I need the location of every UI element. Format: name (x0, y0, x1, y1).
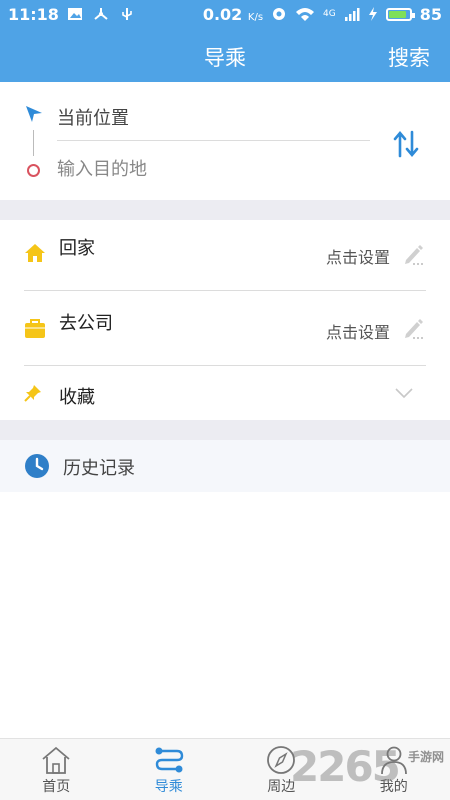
hotspot-icon (273, 8, 286, 20)
destination-input[interactable] (57, 156, 357, 182)
company-set-button[interactable]: 点击设置 (326, 319, 390, 343)
favorites-shortcut-row[interactable]: 收藏 (0, 366, 450, 420)
home-set-button[interactable]: 点击设置 (326, 244, 390, 268)
company-shortcut-row[interactable]: 去公司 点击设置 (0, 291, 450, 365)
tab-home[interactable]: 首页 (0, 739, 113, 800)
tab-label: 导乘 (154, 779, 183, 795)
destination-circle-icon (27, 164, 40, 177)
route-card: 当前位置 (0, 82, 450, 200)
swap-arrows-icon[interactable] (392, 128, 420, 160)
image-notification-icon (67, 8, 82, 20)
house-icon (42, 746, 70, 774)
start-location-field[interactable]: 当前位置 (57, 104, 129, 130)
pencil-icon[interactable] (402, 316, 426, 340)
favorites-label: 收藏 (59, 387, 95, 408)
charging-icon (368, 7, 377, 21)
network-type: 4G (323, 9, 336, 19)
company-label: 去公司 (59, 313, 113, 334)
clock-icon (25, 454, 49, 478)
search-button[interactable]: 搜索 (388, 42, 430, 72)
tab-label: 首页 (42, 779, 71, 795)
chevron-down-icon[interactable] (394, 387, 414, 399)
history-label: 历史记录 (63, 458, 135, 479)
battery-icon (385, 7, 415, 21)
tab-nearby[interactable]: 周边 (225, 739, 338, 800)
route-divider (57, 140, 370, 141)
wifi-icon (296, 8, 315, 21)
notification-icons (67, 7, 135, 21)
nav-bar: 导乘 搜索 (0, 28, 450, 82)
network-speed: 0.02 K/s (202, 4, 264, 24)
navigation-arrow-icon (26, 106, 42, 122)
tab-label: 周边 (267, 779, 296, 795)
tab-guide[interactable]: 导乘 (113, 739, 226, 800)
user-icon (380, 746, 407, 775)
route-icon (155, 747, 183, 773)
status-bar: 11:18 0.02 K/s 4G 85 (0, 0, 450, 28)
compass-icon (267, 746, 296, 774)
tab-label: 我的 (379, 779, 408, 795)
share-notification-icon (94, 8, 108, 20)
signal-icon (344, 8, 360, 21)
usb-icon (122, 8, 132, 20)
route-connector (33, 130, 34, 156)
tab-mine[interactable]: 我的 (338, 739, 450, 800)
pencil-icon[interactable] (402, 242, 426, 266)
battery-percent: 85 (419, 4, 442, 24)
briefcase-icon (25, 319, 45, 338)
section-separator (0, 200, 450, 220)
bottom-tab-bar: 首页 导乘 周边 我的 (0, 738, 450, 800)
section-separator (0, 420, 450, 440)
home-shortcut-row[interactable]: 回家 点击设置 (0, 220, 450, 294)
page-title: 导乘 (204, 46, 246, 70)
status-time: 11:18 (8, 4, 59, 24)
history-section[interactable]: 历史记录 (0, 440, 450, 492)
home-label: 回家 (59, 238, 95, 259)
pin-icon (24, 385, 41, 402)
status-right: 0.02 K/s 4G 85 (203, 5, 442, 24)
home-icon (25, 244, 45, 262)
